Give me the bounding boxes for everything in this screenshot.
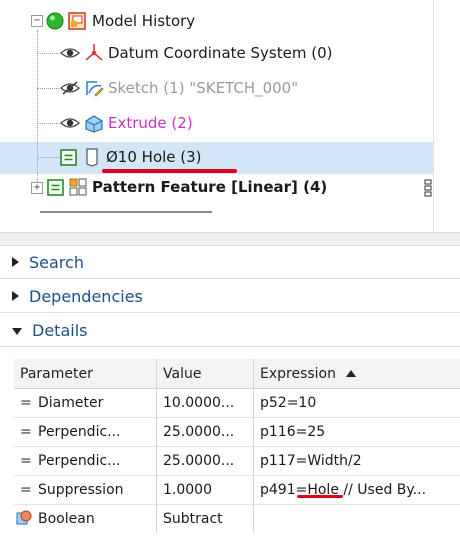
tree-node-label: Ø10 Hole (3)	[106, 148, 202, 166]
value-cell: 1.0000	[157, 476, 254, 504]
table-row[interactable]: = Perpendic... 25.0000... p117=Width/2	[14, 447, 460, 476]
tree-node-datum-csys[interactable]: Datum Coordinate System (0)	[0, 38, 460, 70]
expression-cell: p116=25	[260, 424, 326, 440]
visibility-eye-icon[interactable]	[60, 116, 80, 130]
part-navigator-tree: − Model History Datum Coordinate System …	[0, 0, 460, 232]
dependency-marker-icon	[424, 179, 432, 197]
visibility-eye-icon[interactable]	[60, 46, 80, 60]
expand-arrow-icon	[12, 257, 19, 267]
parameter-cell: Perpendic...	[38, 453, 121, 469]
expression-cell: p117=Width/2	[260, 453, 362, 469]
datum-csys-icon	[85, 44, 103, 61]
parameter-cell: Perpendic...	[38, 424, 121, 440]
tree-node-label: Pattern Feature [Linear] (4)	[92, 178, 328, 196]
pattern-feature-icon	[69, 178, 87, 196]
tree-node-extrude[interactable]: Extrude (2)	[0, 108, 460, 140]
extrude-icon	[85, 115, 103, 133]
value-cell: 10.0000...	[157, 389, 254, 417]
red-annotation-underline	[297, 495, 343, 498]
details-table: Parameter Value Expression = Diameter 10.…	[14, 359, 460, 550]
value-cell: Subtract	[157, 505, 254, 533]
boolean-icon	[16, 510, 32, 525]
search-panel-header[interactable]: Search	[0, 246, 460, 279]
tree-node-model-history[interactable]: − Model History	[0, 6, 460, 38]
panel-title: Dependencies	[29, 286, 143, 306]
hole-icon	[86, 148, 98, 167]
model-history-icon	[68, 12, 86, 30]
expression-equals-icon: =	[20, 424, 32, 440]
panel-title: Search	[29, 252, 84, 272]
active-checkbox-icon[interactable]	[47, 179, 64, 196]
tree-node-label: Extrude (2)	[108, 114, 193, 132]
table-row[interactable]: Boolean Subtract	[14, 505, 460, 534]
parameter-cell: Suppression	[38, 482, 124, 498]
expression-cell: p491=Hole // Used By...	[254, 476, 460, 504]
column-header-parameter[interactable]: Parameter	[14, 359, 157, 389]
column-header-expression[interactable]: Expression	[254, 359, 460, 389]
parameter-cell: Diameter	[38, 395, 104, 411]
table-row[interactable]: = Diameter 10.0000... p52=10	[14, 389, 460, 418]
parameter-cell: Boolean	[38, 511, 95, 527]
hidden-eye-icon[interactable]	[60, 81, 80, 95]
expand-arrow-icon	[12, 291, 19, 301]
expression-cell	[254, 505, 460, 533]
tree-node-label: Datum Coordinate System (0)	[108, 44, 333, 62]
expression-equals-icon: =	[20, 395, 32, 411]
sort-ascending-icon	[346, 370, 356, 377]
expression-suffix: // Used By...	[338, 482, 427, 498]
column-header-value[interactable]: Value	[157, 359, 254, 389]
tree-node-label: Model History	[92, 12, 196, 30]
table-header: Parameter Value Expression	[14, 359, 460, 389]
expression-cell: p52=10	[260, 395, 317, 411]
expression-equals-icon: =	[20, 482, 32, 498]
green-status-icon	[46, 12, 64, 30]
value-cell: 25.0000...	[157, 418, 254, 446]
value-cell: 25.0000...	[157, 447, 254, 475]
panel-title: Details	[32, 320, 88, 340]
tree-node-label: Sketch (1) "SKETCH_000"	[108, 79, 299, 97]
active-checkbox-icon[interactable]	[60, 149, 77, 166]
collapse-toggle[interactable]: −	[31, 15, 43, 27]
expand-toggle[interactable]: +	[31, 182, 43, 194]
table-row[interactable]: = Perpendic... 25.0000... p116=25	[14, 418, 460, 447]
sketch-icon	[86, 81, 104, 97]
collapse-arrow-icon	[12, 327, 22, 335]
tree-node-pattern-feature[interactable]: + Pattern Feature [Linear] (4)	[0, 172, 460, 204]
pane-splitter[interactable]	[0, 232, 460, 246]
details-panel-header[interactable]: Details	[0, 314, 460, 347]
dependencies-panel-header[interactable]: Dependencies	[0, 280, 460, 313]
tree-node-sketch[interactable]: Sketch (1) "SKETCH_000"	[0, 73, 460, 105]
horizontal-scrollbar[interactable]	[40, 211, 212, 213]
expression-equals-icon: =	[20, 453, 32, 469]
table-row[interactable]: = Suppression 1.0000 p491=Hole // Used By…	[14, 476, 460, 505]
